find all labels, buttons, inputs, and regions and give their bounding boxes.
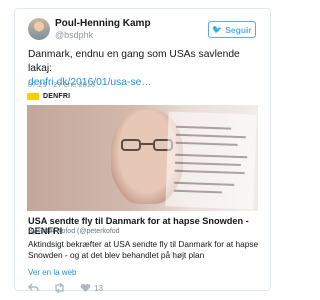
heart-icon bbox=[80, 283, 91, 292]
author-name[interactable]: Poul-Henning Kamp bbox=[55, 18, 151, 29]
tweet-actions: 13 bbox=[28, 283, 103, 293]
view-on-web-link[interactable]: Ver en la web bbox=[28, 268, 76, 277]
follow-label: Seguir bbox=[225, 24, 252, 35]
tweet-body: Danmark, endnu en gang som USAs savlende… bbox=[28, 49, 240, 74]
retweet-icon[interactable] bbox=[53, 283, 66, 293]
reply-icon[interactable] bbox=[28, 283, 39, 293]
glasses-shape bbox=[121, 139, 173, 152]
author-handle[interactable]: @bsdphk bbox=[55, 30, 93, 40]
card-source[interactable]: DENFRI bbox=[27, 93, 70, 100]
follow-button[interactable]: 🐦 Seguir bbox=[208, 21, 256, 38]
card-byline: By Peter Kofod (@peterkofod bbox=[28, 228, 120, 235]
source-logo bbox=[27, 93, 39, 100]
source-name: DENFRI bbox=[43, 93, 71, 100]
tweet-card: Poul-Henning Kamp @bsdphk 🐦 Seguir Danma… bbox=[14, 8, 271, 293]
like-button[interactable]: 13 bbox=[80, 283, 103, 293]
like-count: 13 bbox=[94, 283, 103, 293]
avatar[interactable] bbox=[28, 18, 50, 40]
twitter-bird-icon: 🐦 bbox=[212, 25, 223, 34]
document-overlay bbox=[165, 111, 257, 210]
tweet-timestamp[interactable]: 07:29 - 27 ene 2016 bbox=[28, 80, 95, 89]
card-image[interactable] bbox=[27, 105, 258, 211]
card-description: Aktindsigt bekræfter at USA sendte fly t… bbox=[28, 239, 259, 260]
